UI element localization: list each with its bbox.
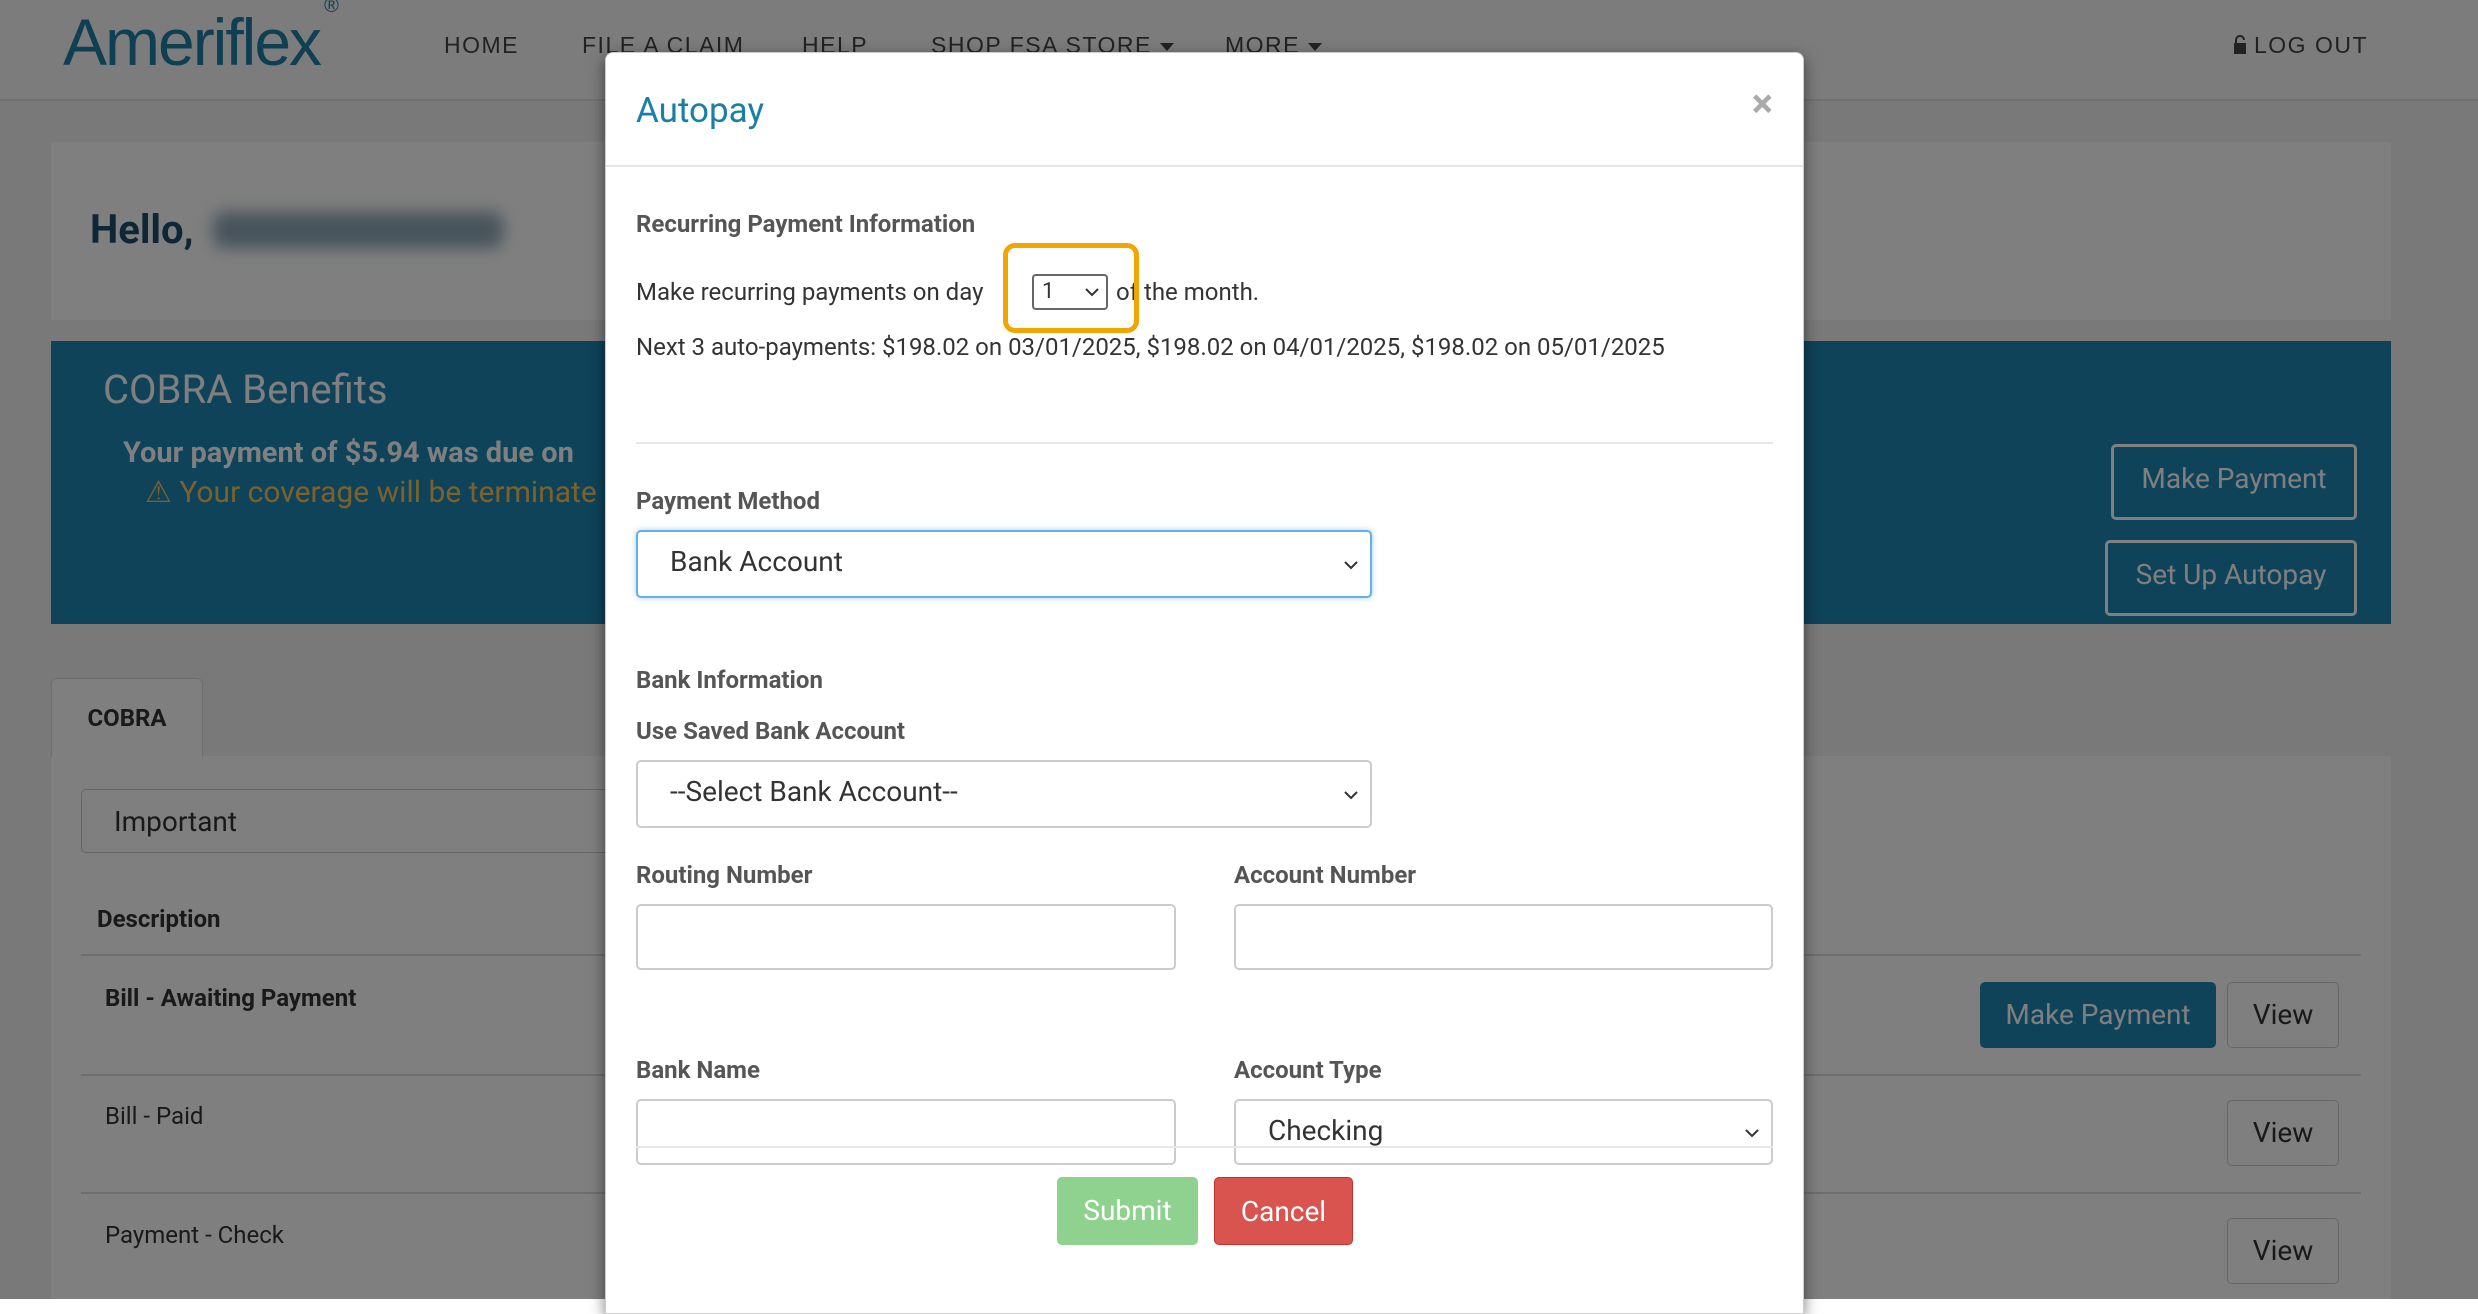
chevron-down-icon [1344, 561, 1358, 570]
bank-name-input[interactable] [636, 1099, 1176, 1165]
divider [636, 442, 1773, 444]
account-number-input[interactable] [1234, 904, 1773, 970]
next-payments-text: Next 3 auto-payments: $198.02 on 03/01/2… [636, 333, 1665, 361]
chevron-down-icon [1745, 1129, 1759, 1138]
payment-method-select[interactable]: Bank Account [636, 530, 1372, 598]
autopay-modal: Autopay × Recurring Payment Information … [605, 52, 1804, 1314]
submit-button[interactable]: Submit [1057, 1177, 1198, 1245]
payment-method-label: Payment Method [636, 487, 820, 515]
modal-title: Autopay [636, 90, 765, 131]
saved-bank-select[interactable]: --Select Bank Account-- [636, 760, 1372, 828]
bank-name-label: Bank Name [636, 1056, 760, 1084]
recurring-heading: Recurring Payment Information [636, 210, 976, 238]
cancel-button[interactable]: Cancel [1214, 1177, 1353, 1245]
account-type-select[interactable]: Checking [1234, 1099, 1773, 1165]
close-icon[interactable]: × [1752, 81, 1773, 127]
chevron-down-icon [1344, 791, 1358, 800]
bank-info-heading: Bank Information [636, 666, 823, 694]
recurring-prefix: Make recurring payments on day [636, 278, 984, 306]
routing-number-input[interactable] [636, 904, 1176, 970]
highlight-box [1003, 243, 1139, 333]
routing-number-label: Routing Number [636, 861, 813, 889]
saved-bank-label: Use Saved Bank Account [636, 717, 906, 745]
account-number-label: Account Number [1234, 861, 1417, 889]
divider [636, 1146, 1773, 1148]
account-type-label: Account Type [1234, 1056, 1382, 1084]
modal-header: Autopay × [606, 53, 1803, 167]
